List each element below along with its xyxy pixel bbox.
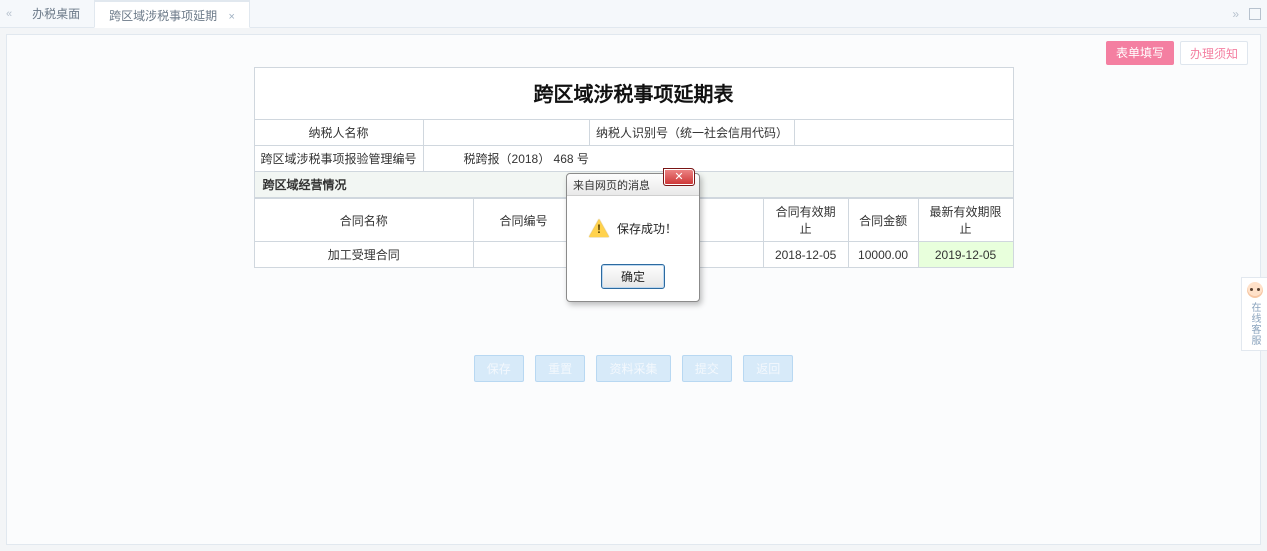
value-taxpayer-id[interactable] bbox=[795, 120, 1014, 146]
tab-scroll-right-icon[interactable]: » bbox=[1232, 7, 1239, 21]
tab-scroll-left-icon[interactable]: « bbox=[6, 8, 10, 20]
page-body: 表单填写 办理须知 跨区域涉税事项延期表 纳税人名称 纳税人识别号（统一社会信用… bbox=[0, 28, 1267, 551]
tab-form-fill[interactable]: 表单填写 bbox=[1106, 41, 1174, 65]
submit-button[interactable]: 提交 bbox=[682, 355, 732, 382]
label-taxpayer-id: 纳税人识别号（统一社会信用代码） bbox=[589, 120, 794, 146]
cell-contract-name: 加工受理合同 bbox=[254, 242, 474, 268]
top-tab-bar: « 办税桌面 跨区域涉税事项延期 × » bbox=[0, 0, 1267, 28]
online-service-label: 在线客服 bbox=[1247, 302, 1262, 346]
dialog-message: 保存成功！ bbox=[617, 220, 677, 237]
online-service-widget[interactable]: 在线客服 bbox=[1241, 277, 1267, 351]
col-amount: 合同金额 bbox=[848, 199, 918, 242]
table-row: 纳税人名称 纳税人识别号（统一社会信用代码） bbox=[254, 120, 1013, 146]
value-taxpayer-name[interactable] bbox=[423, 120, 589, 146]
table-row: 跨区域涉税事项报验管理编号 税跨报（2018） 468 号 bbox=[254, 146, 1013, 172]
cell-contract-no[interactable] bbox=[474, 242, 574, 268]
dialog-title-text: 来自网页的消息 bbox=[573, 177, 650, 193]
label-taxpayer-name: 纳税人名称 bbox=[254, 120, 423, 146]
tabbar-right-controls: » bbox=[1232, 0, 1261, 28]
action-button-row: 保存 重置 资料采集 提交 返回 bbox=[7, 355, 1260, 382]
avatar-icon bbox=[1247, 282, 1263, 298]
alert-dialog: 来自网页的消息 ✕ ! 保存成功！ 确定 bbox=[566, 173, 702, 302]
cell-amount: 10000.00 bbox=[848, 242, 918, 268]
dialog-close-button[interactable]: ✕ bbox=[663, 168, 695, 186]
window-maximize-icon[interactable] bbox=[1249, 8, 1261, 20]
cell-valid-until: 2018-12-05 bbox=[763, 242, 848, 268]
warning-icon: ! bbox=[589, 218, 609, 238]
reset-button[interactable]: 重置 bbox=[535, 355, 585, 382]
tab-current-label: 跨区域涉税事项延期 bbox=[109, 9, 217, 23]
collect-button[interactable]: 资料采集 bbox=[596, 355, 670, 382]
form-title: 跨区域涉税事项延期表 bbox=[254, 67, 1014, 119]
col-contract-no: 合同编号 bbox=[474, 199, 574, 242]
tab-home[interactable]: 办税桌面 bbox=[18, 0, 94, 28]
label-mgmt-no: 跨区域涉税事项报验管理编号 bbox=[254, 146, 423, 172]
back-button[interactable]: 返回 bbox=[743, 355, 793, 382]
col-valid-until: 合同有效期止 bbox=[763, 199, 848, 242]
value-mgmt-no: 税跨报（2018） 468 号 bbox=[423, 146, 1013, 172]
page-mode-tabs: 表单填写 办理须知 bbox=[1106, 41, 1248, 65]
col-contract-name: 合同名称 bbox=[254, 199, 474, 242]
dialog-ok-button[interactable]: 确定 bbox=[601, 264, 665, 289]
dialog-titlebar[interactable]: 来自网页的消息 ✕ bbox=[567, 174, 699, 196]
col-new-until: 最新有效期限止 bbox=[918, 199, 1013, 242]
tab-close-icon[interactable]: × bbox=[229, 11, 235, 23]
tab-current[interactable]: 跨区域涉税事项延期 × bbox=[94, 0, 250, 28]
cell-new-until[interactable]: 2019-12-05 bbox=[918, 242, 1013, 268]
save-button[interactable]: 保存 bbox=[474, 355, 524, 382]
tab-instructions[interactable]: 办理须知 bbox=[1180, 41, 1248, 65]
